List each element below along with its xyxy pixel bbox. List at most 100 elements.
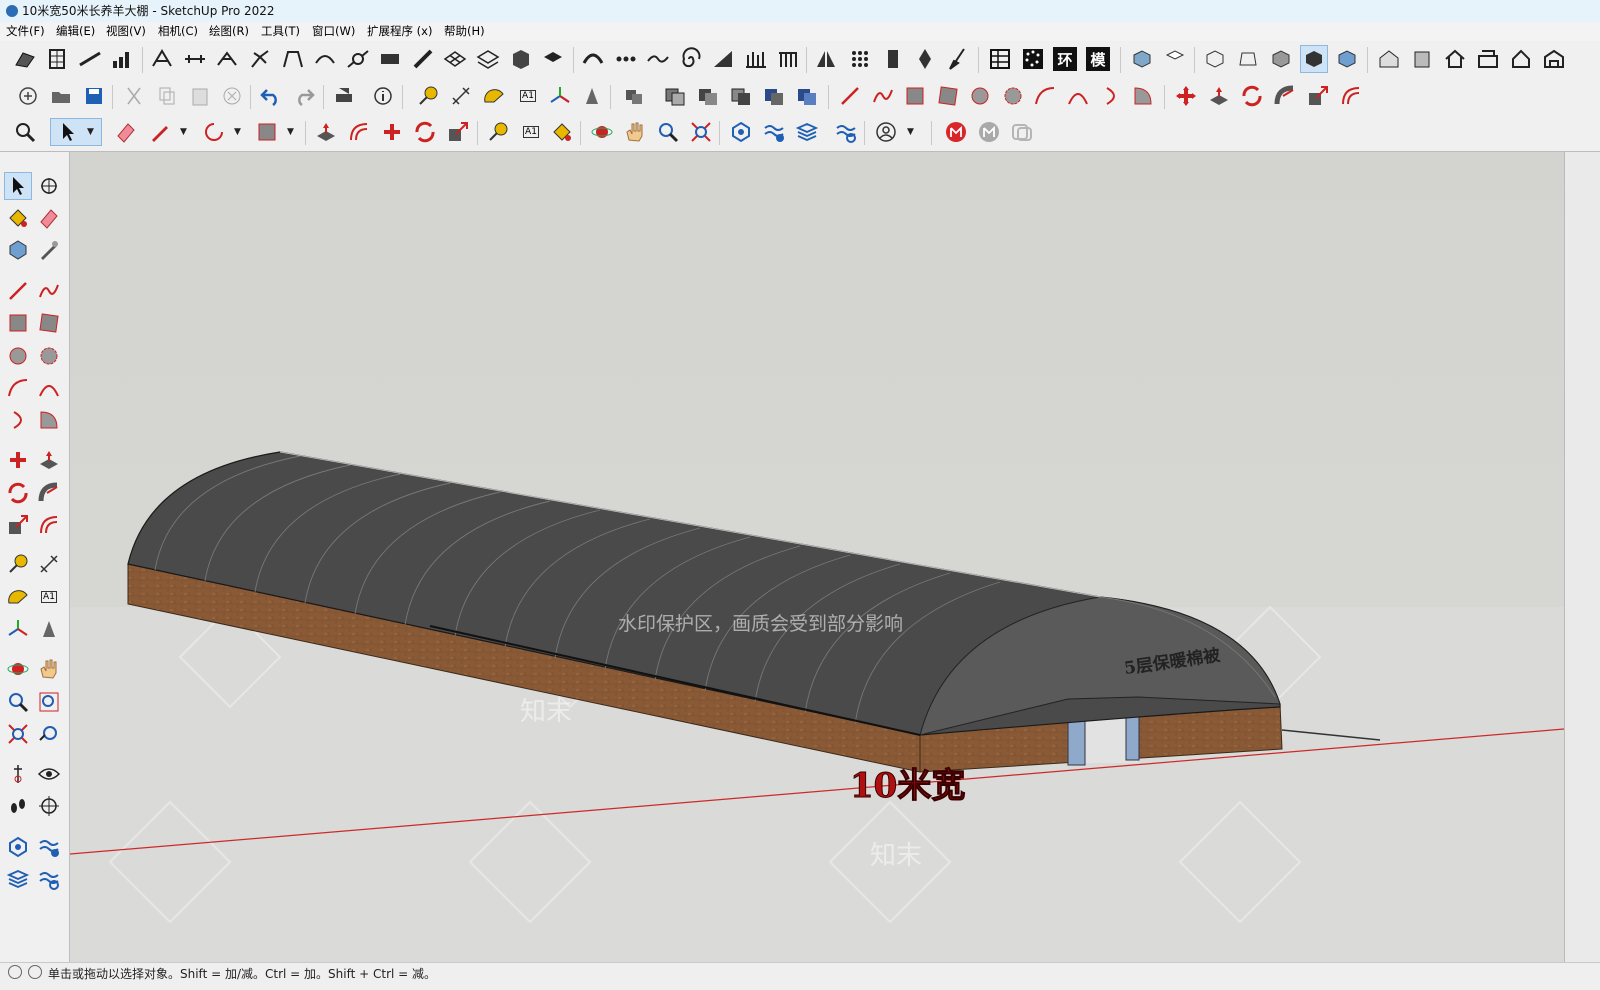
account-icon[interactable] <box>872 118 900 146</box>
layout-left-icon[interactable] <box>4 865 32 893</box>
offset-small-icon[interactable] <box>345 118 373 146</box>
move-left-icon[interactable] <box>4 446 32 474</box>
table-icon[interactable] <box>986 45 1014 73</box>
text-small-icon[interactable]: A1 <box>517 118 545 146</box>
offset-icon[interactable] <box>1337 82 1365 110</box>
pencil-dropdown-arrow-icon[interactable]: ▼ <box>180 127 190 137</box>
model-tool-icon[interactable]: 模 <box>1086 47 1110 71</box>
rotate-small-icon[interactable] <box>411 118 439 146</box>
zoom-left-icon[interactable] <box>4 688 32 716</box>
rotate-left-icon[interactable] <box>4 479 32 507</box>
geolocation-icon[interactable] <box>8 965 22 979</box>
wireframe-icon[interactable] <box>1234 45 1262 73</box>
previous-view-left-icon[interactable] <box>35 720 63 748</box>
pan-hand-icon[interactable] <box>621 118 649 146</box>
zoom-icon[interactable] <box>654 118 682 146</box>
building-icon[interactable] <box>43 45 71 73</box>
axes-icon[interactable] <box>546 82 574 110</box>
monochrome-icon[interactable] <box>1333 45 1361 73</box>
push-pull-left-icon[interactable] <box>35 446 63 474</box>
colonnade-icon[interactable] <box>774 45 802 73</box>
arc-left-icon[interactable] <box>4 374 32 402</box>
open-folder-icon[interactable] <box>47 82 75 110</box>
position-camera-icon[interactable] <box>4 760 32 788</box>
section-plane-icon[interactable] <box>35 792 63 820</box>
rotate-icon[interactable] <box>1238 82 1266 110</box>
shape-dropdown-tool-icon[interactable] <box>253 118 281 146</box>
circle-left-icon[interactable] <box>4 342 32 370</box>
union-icon[interactable] <box>727 82 755 110</box>
brush-icon[interactable] <box>944 45 972 73</box>
account-dropdown-arrow-icon[interactable]: ▼ <box>907 127 917 137</box>
menu-tools[interactable]: 工具(T) <box>261 22 300 41</box>
3d-text-icon[interactable] <box>578 82 606 110</box>
branch-icon[interactable] <box>246 45 274 73</box>
truss-icon[interactable] <box>213 45 241 73</box>
menu-view[interactable]: 视图(V) <box>106 22 146 41</box>
menu-file[interactable]: 文件(F) <box>6 22 45 41</box>
ring-tool-icon[interactable]: 环 <box>1053 47 1077 71</box>
protractor-left-icon[interactable] <box>4 583 32 611</box>
paste-icon[interactable] <box>186 82 214 110</box>
curve-icon[interactable] <box>311 45 339 73</box>
push-pull-icon[interactable] <box>1205 82 1233 110</box>
ruby-sync-icon[interactable] <box>1008 118 1036 146</box>
zoom-window-left-icon[interactable] <box>35 688 63 716</box>
columns-icon[interactable] <box>742 45 770 73</box>
model-info-icon[interactable] <box>369 82 397 110</box>
dots-icon[interactable] <box>612 45 640 73</box>
subtract-icon[interactable] <box>760 82 788 110</box>
iso-view-icon[interactable] <box>1128 45 1156 73</box>
iso-house-icon[interactable] <box>1375 45 1403 73</box>
stair-icon[interactable] <box>148 45 176 73</box>
model-viewport[interactable]: 知末 知末 5层保暖棉被 10米宽 水印保护区，画质会受到部分影响 <box>70 152 1564 962</box>
move-small-icon[interactable] <box>378 118 406 146</box>
grid-plane-icon[interactable] <box>441 45 469 73</box>
menu-camera[interactable]: 相机(C) <box>158 22 198 41</box>
credits-icon[interactable] <box>28 965 42 979</box>
three-point-arc-left-icon[interactable] <box>4 406 32 434</box>
zoom-extents-left-icon[interactable] <box>4 720 32 748</box>
extension-manager-icon[interactable] <box>832 118 860 146</box>
extrude-icon[interactable] <box>879 45 907 73</box>
ruby-console-icon[interactable] <box>942 118 970 146</box>
freehand-icon[interactable] <box>869 82 897 110</box>
front-house-icon[interactable] <box>1408 45 1436 73</box>
polygon-icon[interactable] <box>999 82 1027 110</box>
orbit-select-icon[interactable] <box>35 172 63 200</box>
circle-icon[interactable] <box>966 82 994 110</box>
freehand-left-icon[interactable] <box>35 277 63 305</box>
text-left-icon[interactable]: A1 <box>35 583 63 611</box>
orbit-icon[interactable] <box>588 118 616 146</box>
zoom-extents-arrows-icon[interactable] <box>687 118 715 146</box>
warehouse-icon[interactable] <box>727 118 755 146</box>
three-point-arc-icon[interactable] <box>1097 82 1125 110</box>
extension-warehouse-icon[interactable] <box>760 118 788 146</box>
menu-draw[interactable]: 绘图(R) <box>209 22 249 41</box>
beam-icon[interactable] <box>181 45 209 73</box>
shaded-icon[interactable] <box>1267 45 1295 73</box>
back-house-icon[interactable] <box>1507 45 1535 73</box>
layout-stack-icon[interactable] <box>793 118 821 146</box>
node-icon[interactable] <box>344 45 372 73</box>
select-arrow-icon[interactable] <box>4 172 32 200</box>
two-point-arc-icon[interactable] <box>1064 82 1092 110</box>
menu-window[interactable]: 窗口(W) <box>312 22 355 41</box>
line-tool-icon[interactable] <box>836 82 864 110</box>
orbit-left-icon[interactable] <box>4 655 32 683</box>
paint-bucket-left-icon[interactable] <box>4 204 32 232</box>
polygon-left-icon[interactable] <box>35 342 63 370</box>
3d-text-left-icon[interactable] <box>35 615 63 643</box>
pie-icon[interactable] <box>1129 82 1157 110</box>
save-icon[interactable] <box>80 82 108 110</box>
layers-plane-icon[interactable] <box>474 45 502 73</box>
component-left-icon[interactable] <box>4 236 32 264</box>
right-house-icon[interactable] <box>1474 45 1502 73</box>
extension-manager-left-icon[interactable] <box>35 865 63 893</box>
mirror-icon[interactable] <box>812 45 840 73</box>
array-icon[interactable] <box>846 45 874 73</box>
menu-extensions[interactable]: 扩展程序 (x) <box>367 22 432 41</box>
axes-left-icon[interactable] <box>4 615 32 643</box>
intersect-icon[interactable] <box>694 82 722 110</box>
arc-dropdown-tool-icon[interactable] <box>200 118 228 146</box>
